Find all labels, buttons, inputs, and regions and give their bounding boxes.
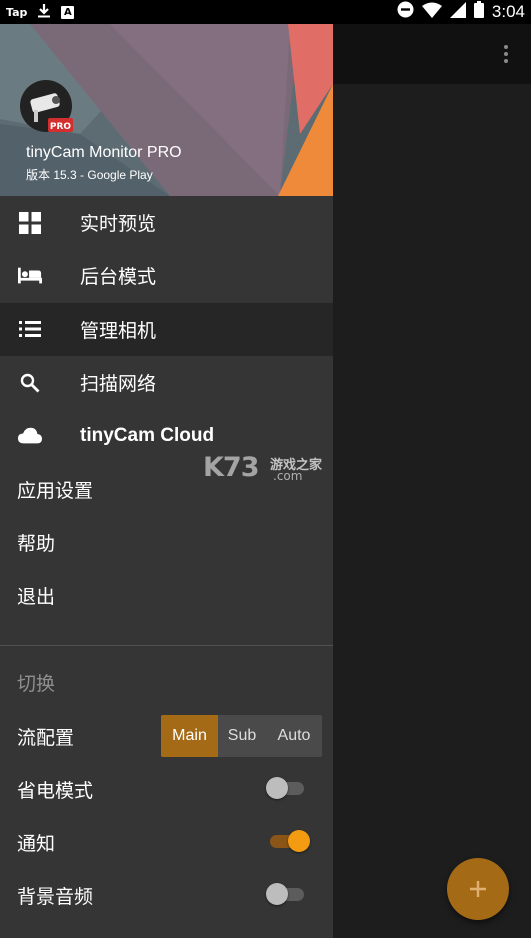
background-audio-toggle[interactable] (266, 883, 304, 905)
bed-icon (18, 264, 42, 288)
battery-icon (473, 1, 484, 23)
dnd-icon (397, 1, 414, 23)
stream-option-auto[interactable]: Auto (266, 715, 322, 757)
menu-label: 管理相机 (80, 319, 157, 342)
screen: Tap A 3:04 PRO tinyCam Monitor PRO 版本 15… (0, 0, 531, 938)
setting-power-save: 省电模式 (0, 762, 333, 815)
stream-option-main[interactable]: Main (161, 715, 218, 757)
search-icon (18, 371, 42, 395)
menu-label: 帮助 (17, 532, 56, 555)
divider (0, 645, 333, 646)
menu-label: 实时预览 (80, 213, 157, 236)
section-title-toggles: 切换 (17, 673, 56, 695)
cloud-icon (18, 424, 42, 448)
svg-text:PRO: PRO (50, 122, 72, 132)
menu-label: 应用设置 (17, 479, 94, 502)
overflow-menu-icon[interactable] (498, 42, 514, 66)
list-icon (18, 317, 42, 341)
menu-item-live-view[interactable]: 实时预览 (0, 196, 333, 249)
menu-label: 扫描网络 (80, 373, 157, 396)
menu-item-app-settings[interactable]: 应用设置 (0, 462, 333, 515)
a-icon: A (61, 5, 75, 19)
drawer-menu: 实时预览 后台模式 管理相机 扫描网络 tinyCam Cloud 应用设置 帮… (0, 196, 333, 622)
menu-item-background-mode[interactable]: 后台模式 (0, 249, 333, 302)
menu-item-manage-cameras[interactable]: 管理相机 (0, 302, 333, 356)
menu-item-help[interactable]: 帮助 (0, 516, 333, 569)
drawer-header: PRO tinyCam Monitor PRO 版本 15.3 - Google… (0, 24, 333, 196)
power-save-toggle[interactable] (266, 777, 304, 799)
setting-notification: 通知 (0, 815, 333, 868)
menu-label: tinyCam Cloud (80, 424, 215, 446)
menu-label: 后台模式 (80, 266, 157, 289)
download-icon (37, 3, 51, 21)
app-version: 版本 15.3 - Google Play (26, 168, 153, 182)
app-logo: PRO (20, 80, 73, 132)
setting-label: 通知 (17, 833, 56, 855)
wifi-icon (421, 2, 442, 23)
app-name: tinyCam Monitor PRO (26, 144, 182, 161)
setting-label: 省电模式 (17, 780, 94, 802)
status-bar: Tap A 3:04 (0, 0, 531, 24)
setting-background-audio: 背景音频 (0, 868, 333, 921)
clock: 3:04 (491, 2, 525, 21)
menu-item-tinycam-cloud[interactable]: tinyCam Cloud (0, 409, 333, 462)
signal-icon (449, 1, 466, 23)
menu-label: 退出 (17, 586, 56, 609)
tap-indicator: Tap (6, 5, 28, 19)
grid-icon (18, 211, 42, 235)
notification-toggle[interactable] (266, 830, 310, 852)
plus-icon (470, 881, 486, 897)
setting-stream-profile: 流配置 Main Sub Auto (0, 709, 333, 762)
setting-label: 流配置 (17, 727, 75, 749)
stream-profile-selector: Main Sub Auto (161, 715, 322, 757)
setting-label: 背景音频 (17, 886, 94, 908)
stream-option-sub[interactable]: Sub (218, 715, 266, 757)
navigation-drawer: PRO tinyCam Monitor PRO 版本 15.3 - Google… (0, 24, 333, 938)
camera-list-area (333, 84, 531, 938)
menu-item-scan-network[interactable]: 扫描网络 (0, 356, 333, 409)
menu-item-exit[interactable]: 退出 (0, 569, 333, 622)
add-camera-button[interactable] (447, 858, 509, 920)
